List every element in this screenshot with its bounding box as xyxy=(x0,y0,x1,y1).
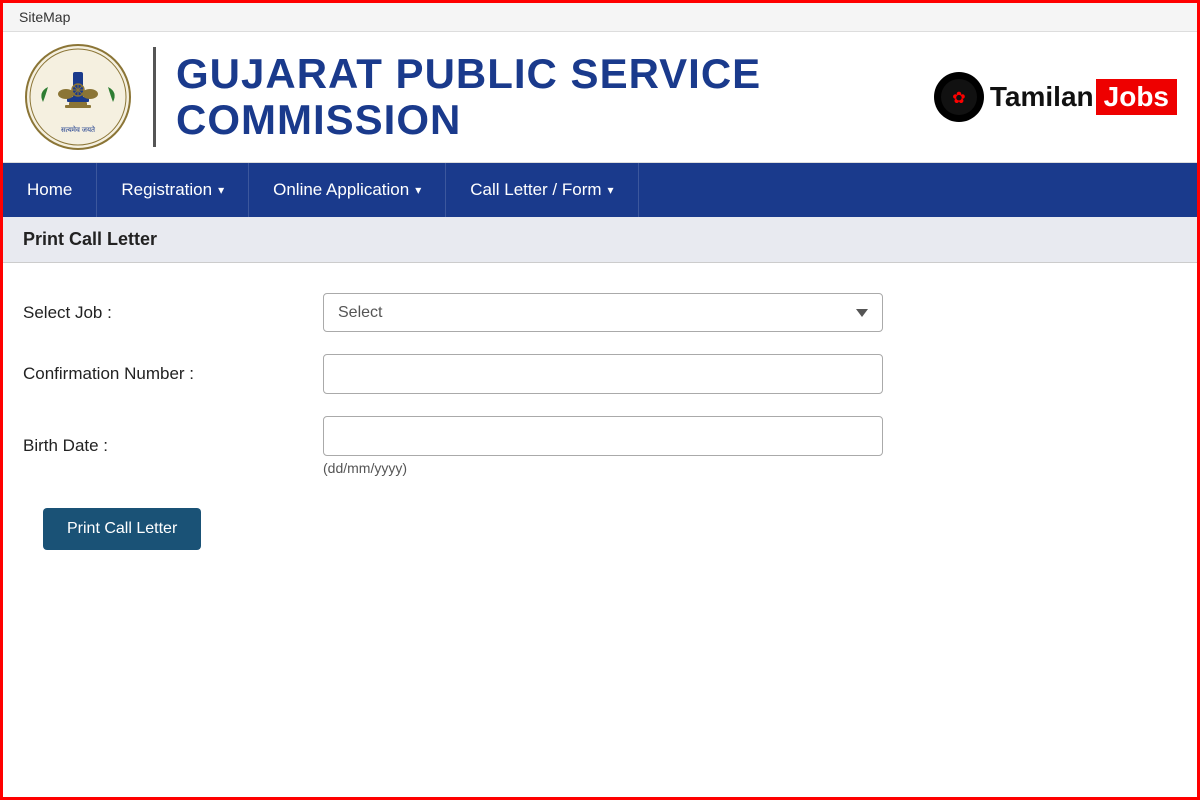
org-title: GUJARAT PUBLIC SERVICE COMMISSION xyxy=(176,51,934,143)
navbar: Home Registration ▾ Online Application ▾… xyxy=(3,163,1197,217)
section-title: Print Call Letter xyxy=(23,229,157,249)
birth-date-label: Birth Date : xyxy=(23,436,323,456)
nav-home[interactable]: Home xyxy=(3,163,97,217)
confirmation-number-input[interactable] xyxy=(323,354,883,394)
chevron-down-icon: ▾ xyxy=(608,183,614,197)
nav-registration[interactable]: Registration ▾ xyxy=(97,163,249,217)
main-content: Print Call Letter Select Job : Select Co… xyxy=(3,217,1197,580)
svg-text:सत्यमेव जयते: सत्यमेव जयते xyxy=(61,125,96,134)
confirmation-number-control xyxy=(323,354,883,394)
nav-online-application[interactable]: Online Application ▾ xyxy=(249,163,446,217)
print-call-letter-button[interactable]: Print Call Letter xyxy=(43,508,201,550)
chevron-down-icon: ▾ xyxy=(415,183,421,197)
chevron-down-icon: ▾ xyxy=(218,183,224,197)
select-job-control: Select xyxy=(323,293,883,332)
select-job-dropdown[interactable]: Select xyxy=(323,293,883,332)
print-button-row: Print Call Letter xyxy=(23,498,1177,550)
birth-date-control: (dd/mm/yyyy) xyxy=(323,416,883,476)
select-job-label: Select Job : xyxy=(23,303,323,323)
emblem-logo: सत्यमेव जयते xyxy=(23,42,133,152)
header-divider xyxy=(153,47,156,147)
section-header: Print Call Letter xyxy=(3,217,1197,263)
nav-call-letter-label: Call Letter / Form xyxy=(470,180,601,200)
form-area: Select Job : Select Confirmation Number … xyxy=(3,263,1197,580)
watermark-badge: ✿ Tamilan Jobs xyxy=(934,72,1177,122)
confirmation-number-row: Confirmation Number : xyxy=(23,354,1177,394)
tamilan-jobs-label: Tamilan Jobs xyxy=(990,79,1177,115)
header: सत्यमेव जयते GUJARAT PUBLIC SERVICE COMM… xyxy=(3,32,1197,163)
birth-date-input[interactable] xyxy=(323,416,883,456)
confirmation-number-label: Confirmation Number : xyxy=(23,364,323,384)
nav-registration-label: Registration xyxy=(121,180,212,200)
select-job-row: Select Job : Select xyxy=(23,293,1177,332)
date-hint: (dd/mm/yyyy) xyxy=(323,460,883,476)
sitemap-link[interactable]: SiteMap xyxy=(19,9,70,25)
jobs-text: Jobs xyxy=(1096,79,1177,115)
tamilan-text: Tamilan xyxy=(990,81,1094,113)
top-bar: SiteMap xyxy=(3,3,1197,32)
birth-date-row: Birth Date : (dd/mm/yyyy) xyxy=(23,416,1177,476)
tamilan-icon: ✿ xyxy=(934,72,984,122)
nav-call-letter[interactable]: Call Letter / Form ▾ xyxy=(446,163,638,217)
nav-home-label: Home xyxy=(27,180,72,200)
svg-text:✿: ✿ xyxy=(952,90,965,107)
nav-online-application-label: Online Application xyxy=(273,180,409,200)
